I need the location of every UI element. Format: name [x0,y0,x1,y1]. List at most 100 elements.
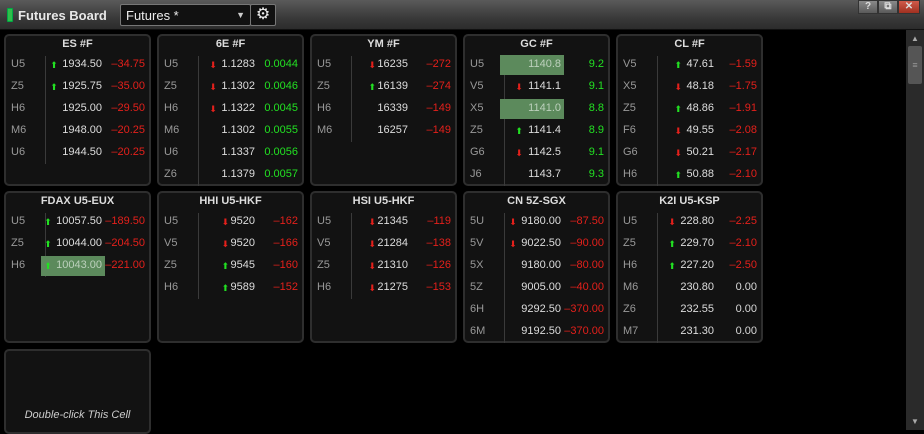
quote-row[interactable]: V5 ⬇ 21284 –138 [312,234,455,254]
quote-card[interactable]: HHI U5-HKF U5 ⬇ 9520 –162 V5 ⬇ 9520 –166 Z5 ⬆ 9545–… [157,191,304,343]
quote-row[interactable]: U5 ⬆ 1934.50 –34.75 [6,55,149,75]
quote-row[interactable]: U5 ⬇ 16235 –272 [312,55,455,75]
quote-row[interactable]: Z5 ⬆ 1141.4 8.9 [465,121,608,141]
scroll-thumb[interactable]: ≡ [908,46,922,84]
quote-row[interactable]: H6 ⬆ 10043.00 –221.00 [6,256,149,276]
help-button[interactable]: ? [858,0,878,14]
quote-card[interactable]: CL #F V5 ⬆ 47.61 –1.59 X5 ⬇ 48.18 –1.75 Z5 ⬆ 48.86–… [616,34,763,186]
quote-row[interactable]: M6 1948.00 –20.25 [6,121,149,141]
quote-row[interactable]: F6 ⬇ 49.55 –2.08 [618,121,761,141]
quote-row[interactable]: J6 1143.7 9.3 [465,165,608,185]
card-title: CN 5Z-SGX [507,195,566,207]
quote-card[interactable]: CN 5Z-SGX 5U ⬇ 9180.00 –87.50 5V ⬇ 9022.50 –90.0… [463,191,610,343]
arrow-down-icon: ⬇ [515,148,523,158]
quote-row[interactable]: V5 ⬇ 9520 –166 [159,234,302,254]
quote-row[interactable]: U5 ⬇ 228.80 –2.25 [618,212,761,232]
quote-card[interactable]: GC #F U5 1140.8 9.2 V5 ⬇ 1141.1 9.1 X5 1141.0 8.8 Z… [463,34,610,186]
scroll-down-arrow-icon[interactable]: ▼ [911,417,919,426]
last-price: 1141.0 [528,102,561,114]
quote-row[interactable]: Z5 ⬆ 48.86 –1.91 [618,99,761,119]
quote-card[interactable]: FDAX U5-EUX U5 ⬆ 10057.50 –189.50 Z5 ⬆ 10044.00… [4,191,151,343]
quote-row[interactable]: U5 1140.8 9.2 [465,55,608,75]
contract-month: U5 [164,215,179,227]
title-bar: Futures Board Futures * ▼ ⚙ ? ⧉ ✕ [0,0,924,30]
last-price: 16235 [377,58,408,70]
quote-row[interactable]: Z5 ⬇ 1.1302 0.0046 [159,77,302,97]
quote-card[interactable]: HSI U5-HKF U5 ⬇ 21345 –119 V5 ⬇ 21284 –138 Z5 ⬇ 213… [310,191,457,343]
last-price: 1.1283 [221,58,255,70]
settings-gear-button[interactable]: ⚙ [250,4,276,26]
quote-row[interactable]: U5 ⬆ 10057.50 –189.50 [6,212,149,232]
close-button[interactable]: ✕ [898,0,920,14]
last-price: 231.30 [680,325,714,337]
net-change: 0.0046 [264,80,298,92]
contract-month: U5 [470,58,485,70]
quote-row[interactable]: H6 ⬆ 227.20 –2.50 [618,256,761,276]
quote-row[interactable]: H6 16339 –149 [312,99,455,119]
contract-month: F6 [623,124,636,136]
scroll-up-arrow-icon[interactable]: ▲ [911,34,919,43]
contract-month: H6 [317,102,332,114]
quote-row[interactable]: Z5 ⬇ 21310 –126 [312,256,455,276]
quote-row[interactable]: Z5 ⬆ 16139 –274 [312,77,455,97]
quote-row[interactable]: M6 16257 –149 [312,121,455,141]
quote-row[interactable]: X5 ⬇ 48.18 –1.75 [618,77,761,97]
arrow-up-icon: ⬆ [50,82,58,92]
quote-row[interactable]: Z5 ⬆ 10044.00 –204.50 [6,234,149,254]
last-price: 21275 [377,281,408,293]
quote-card[interactable]: 6E #F U5 ⬇ 1.1283 0.0044 Z5 ⬇ 1.1302 0.0046 H6 ⬇ 1.… [157,34,304,186]
contract-month: Z5 [317,80,330,92]
quote-row[interactable]: H6 ⬆ 9589 –152 [159,278,302,298]
board-selector-dropdown[interactable]: Futures * ▼ [120,4,251,26]
quote-row[interactable]: 5U ⬇ 9180.00 –87.50 [465,212,608,232]
arrow-down-icon: ⬇ [674,126,683,136]
empty-cell[interactable]: Double-click This Cell [4,349,151,434]
last-price: 16257 [377,124,408,136]
quote-row[interactable]: Z6 1.1379 0.0057 [159,165,302,185]
quote-row[interactable]: 5V ⬇ 9022.50 –90.00 [465,234,608,254]
arrow-up-icon: ⬆ [515,126,523,136]
restore-button[interactable]: ⧉ [878,0,898,14]
quote-row[interactable]: Z6 232.55 0.00 [618,300,761,320]
quote-row[interactable]: U5 ⬇ 1.1283 0.0044 [159,55,302,75]
arrow-down-icon: ⬇ [209,60,217,70]
net-change: –149 [426,124,451,136]
quote-row[interactable]: H6 1925.00 –29.50 [6,99,149,119]
last-price: 1925.75 [62,80,102,92]
arrow-up-icon: ⬆ [674,170,683,180]
quote-row[interactable]: M6 1.1302 0.0055 [159,121,302,141]
quote-row[interactable]: Z5 ⬆ 229.70 –2.10 [618,234,761,254]
quote-row[interactable]: M7 231.30 0.00 [618,322,761,342]
net-change: –149 [426,102,451,114]
arrow-down-icon: ⬇ [509,217,517,227]
quote-row[interactable]: U6 1944.50 –20.25 [6,143,149,163]
quote-row[interactable]: Z5 ⬆ 9545 –160 [159,256,302,276]
quote-row[interactable]: H6 ⬆ 50.88 –2.10 [618,165,761,185]
quote-card[interactable]: K2I U5-KSP U5 ⬇ 228.80 –2.25 Z5 ⬆ 229.70 –2.10 H6… [616,191,763,343]
quote-row[interactable]: 5X 9180.00 –80.00 [465,256,608,276]
quote-row[interactable]: 5Z 9005.00 –40.00 [465,278,608,298]
contract-month: H6 [623,259,638,271]
net-change: –166 [273,237,298,249]
quote-row[interactable]: M6 230.80 0.00 [618,278,761,298]
quote-row[interactable]: H6 ⬇ 1.1322 0.0045 [159,99,302,119]
net-change: –87.50 [570,215,604,227]
quote-row[interactable]: G6 ⬇ 50.21 –2.17 [618,143,761,163]
contract-month: Z5 [164,259,177,271]
quote-row[interactable]: X5 1141.0 8.8 [465,99,608,119]
quote-row[interactable]: U6 1.1337 0.0056 [159,143,302,163]
quote-row[interactable]: H6 ⬇ 21275 –153 [312,278,455,298]
quote-row[interactable]: U5 ⬇ 21345 –119 [312,212,455,232]
quote-row[interactable]: Z5 ⬆ 1925.75 –35.00 [6,77,149,97]
arrow-up-icon: ⬆ [668,261,676,271]
arrow-up-icon: ⬆ [668,239,676,249]
quote-row[interactable]: 6H 9292.50 –370.00 [465,300,608,320]
quote-row[interactable]: G6 ⬇ 1142.5 9.1 [465,143,608,163]
quote-row[interactable]: V5 ⬆ 47.61 –1.59 [618,55,761,75]
quote-card[interactable]: ES #F U5 ⬆ 1934.50 –34.75 Z5 ⬆ 1925.75 –35.00 H6 1… [4,34,151,186]
quote-card[interactable]: YM #F U5 ⬇ 16235 –272 Z5 ⬆ 16139 –274 H6 16339 –149… [310,34,457,186]
quote-row[interactable]: U5 ⬇ 9520 –162 [159,212,302,232]
vertical-scrollbar[interactable]: ▲ ≡ ▼ [906,30,924,430]
quote-row[interactable]: 6M 9192.50 –370.00 [465,322,608,342]
quote-row[interactable]: V5 ⬇ 1141.1 9.1 [465,77,608,97]
